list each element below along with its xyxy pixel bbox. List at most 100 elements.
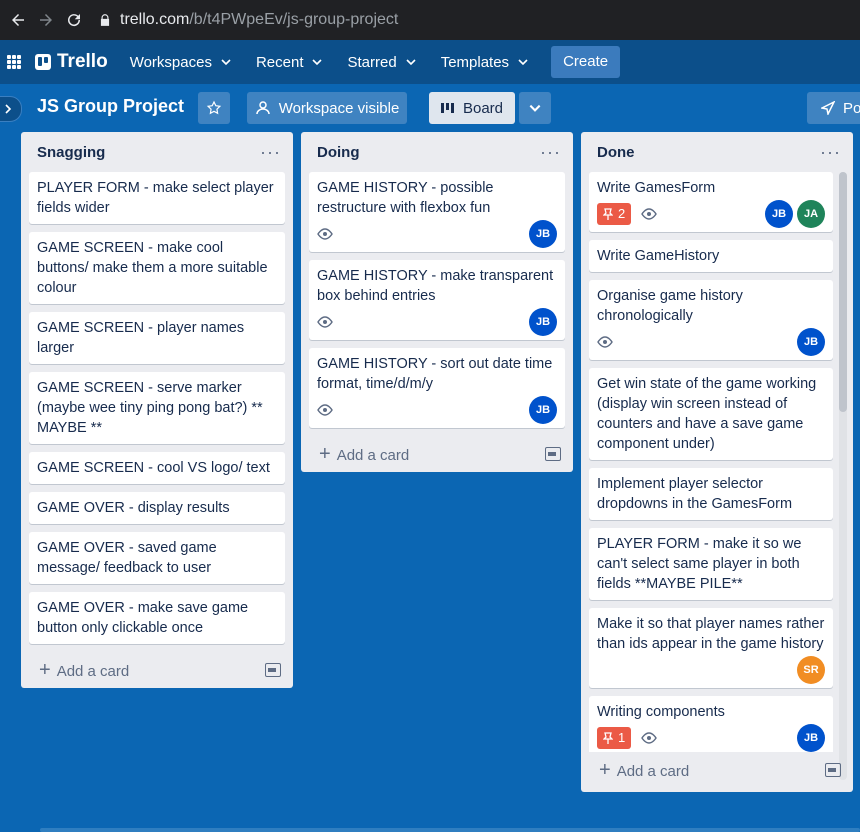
card[interactable]: GAME OVER - saved game message/ feedback… (29, 532, 285, 584)
card-template-icon[interactable] (825, 763, 841, 777)
card-badges: JB (317, 308, 557, 336)
eye-icon (317, 228, 333, 240)
card[interactable]: Get win state of the game working (displ… (589, 368, 833, 460)
view-switcher-button[interactable] (519, 92, 551, 124)
url-path: /b/t4PWpeEv/js-group-project (189, 11, 399, 28)
trello-logo-icon (35, 54, 51, 70)
list-title[interactable]: Done (597, 144, 635, 161)
add-card-button[interactable]: + Add a card (581, 752, 853, 788)
card[interactable]: Write GameHistory (589, 240, 833, 272)
card-title: Write GamesForm (597, 180, 716, 196)
list-header[interactable]: Done ··· (581, 132, 853, 172)
card[interactable]: Implement player selector dropdowns in t… (589, 468, 833, 520)
menu-starred[interactable]: Starred (347, 54, 416, 71)
back-icon[interactable] (8, 10, 28, 30)
menu-templates[interactable]: Templates (441, 54, 529, 71)
card[interactable]: GAME HISTORY - make transparent box behi… (309, 260, 565, 340)
list-doing: Doing ··· GAME HISTORY - possible restru… (301, 132, 573, 472)
pin-badge: 1 (597, 727, 632, 749)
eye-icon (317, 404, 333, 416)
card[interactable]: GAME HISTORY - sort out date time format… (309, 348, 565, 428)
more-icon[interactable]: ··· (820, 142, 841, 163)
app-header: Trello Workspaces Recent Starred Templat… (0, 40, 860, 84)
add-card-button[interactable]: + Add a card (301, 436, 573, 472)
scrollbar-thumb[interactable] (839, 172, 847, 412)
sidebar-toggle[interactable] (0, 96, 22, 122)
card[interactable]: Make it so that player names rather than… (589, 608, 833, 688)
browser-toolbar: trello.com/b/t4PWpeEv/js-group-project (0, 0, 860, 40)
card-title: Make it so that player names rather than… (597, 616, 825, 652)
list-scrollbar[interactable] (839, 172, 847, 780)
card-list: PLAYER FORM - make select player fields … (21, 172, 293, 644)
board-title[interactable]: JS Group Project (37, 96, 184, 117)
board-horizontal-scrollbar[interactable] (40, 828, 860, 832)
card-badges: JB (317, 220, 557, 248)
trello-logo[interactable]: Trello (35, 51, 108, 73)
eye-icon (641, 732, 658, 744)
member-avatar[interactable]: JB (765, 200, 793, 228)
pin-badge: 2 (597, 203, 632, 225)
card-title: Organise game history chronologically (597, 288, 743, 324)
list-done: Done ··· Write GamesForm 2 JB JA Write G… (581, 132, 853, 792)
card[interactable]: GAME SCREEN - serve marker (maybe wee ti… (29, 372, 285, 444)
add-card-label-wrap: + Add a card (39, 659, 129, 682)
card-badges: JB (597, 328, 825, 356)
card[interactable]: Writing components 1 JB (589, 696, 833, 752)
list-header[interactable]: Snagging ··· (21, 132, 293, 172)
list-title[interactable]: Doing (317, 144, 360, 161)
card[interactable]: GAME SCREEN - player names larger (29, 312, 285, 364)
card[interactable]: Organise game history chronologically JB (589, 280, 833, 360)
board-header: JS Group Project Workspace visible Board… (0, 84, 860, 132)
member-avatar[interactable]: JB (529, 308, 557, 336)
member-avatar[interactable]: JA (797, 200, 825, 228)
member-avatar[interactable]: JB (529, 220, 557, 248)
card[interactable]: Write GamesForm 2 JB JA (589, 172, 833, 232)
people-icon (255, 101, 270, 115)
pin-count: 1 (618, 730, 626, 745)
create-button[interactable]: Create (551, 46, 621, 78)
add-card-label: Add a card (616, 762, 690, 780)
menu-label: Workspaces (129, 53, 212, 71)
app-switcher-icon[interactable] (7, 55, 21, 69)
card[interactable]: GAME HISTORY - possible restructure with… (309, 172, 565, 252)
more-icon[interactable]: ··· (540, 142, 561, 163)
member-avatar[interactable]: JB (797, 724, 825, 752)
forward-icon[interactable] (36, 10, 56, 30)
visibility-button[interactable]: Workspace visible (247, 92, 407, 124)
star-button[interactable] (198, 92, 230, 124)
board-view-button[interactable]: Board (429, 92, 515, 124)
chevron-right-icon (5, 104, 12, 114)
menu-label: Recent (255, 53, 304, 71)
menu-recent[interactable]: Recent (256, 54, 324, 71)
card[interactable]: PLAYER FORM - make it so we can't select… (589, 528, 833, 600)
chevron-down-icon (406, 59, 416, 66)
rocket-icon (821, 101, 835, 115)
card[interactable]: GAME SCREEN - cool VS logo/ text (29, 452, 285, 484)
member-avatar[interactable]: SR (797, 656, 825, 684)
member-avatar[interactable]: JB (529, 396, 557, 424)
address-bar[interactable]: trello.com/b/t4PWpeEv/js-group-project (98, 11, 398, 29)
menu-label: Starred (347, 53, 397, 71)
add-card-label: Add a card (56, 662, 130, 680)
card[interactable]: GAME OVER - display results (29, 492, 285, 524)
visibility-label: Workspace visible (278, 99, 400, 117)
pin-icon (603, 208, 613, 220)
power-ups-button[interactable]: Po (807, 92, 860, 124)
card-badges: 1 JB (597, 724, 825, 752)
board-icon (440, 103, 455, 113)
card-template-icon[interactable] (545, 447, 561, 461)
add-card-button[interactable]: + Add a card (21, 652, 293, 688)
list-header[interactable]: Doing ··· (301, 132, 573, 172)
menu-workspaces[interactable]: Workspaces (130, 54, 232, 71)
member-avatar[interactable]: JB (797, 328, 825, 356)
list-title[interactable]: Snagging (37, 144, 105, 161)
chevron-down-icon (518, 59, 528, 66)
star-icon (206, 100, 222, 115)
card-template-icon[interactable] (265, 663, 281, 677)
card[interactable]: PLAYER FORM - make select player fields … (29, 172, 285, 224)
reload-icon[interactable] (64, 10, 84, 30)
card[interactable]: GAME OVER - make save game button only c… (29, 592, 285, 644)
more-icon[interactable]: ··· (260, 142, 281, 163)
card[interactable]: GAME SCREEN - make cool buttons/ make th… (29, 232, 285, 304)
trello-logo-text: Trello (57, 51, 108, 72)
